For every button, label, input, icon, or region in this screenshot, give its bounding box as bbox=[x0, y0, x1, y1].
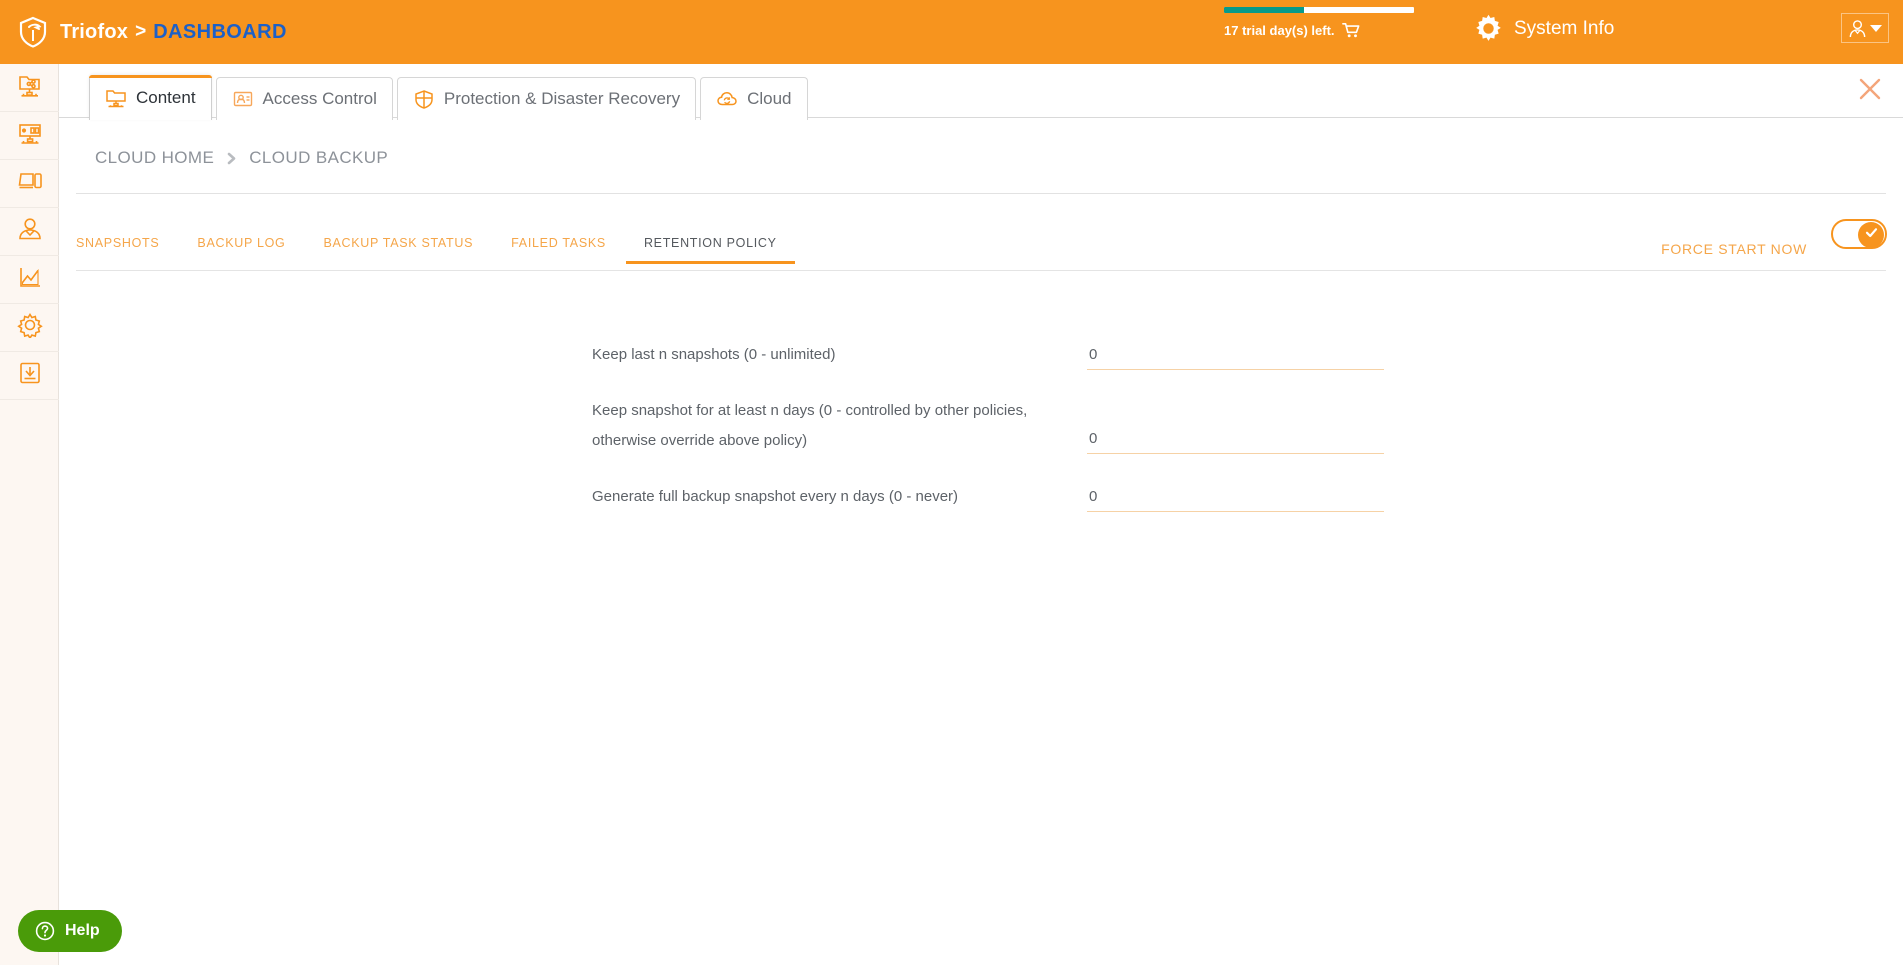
tab-access-control[interactable]: Access Control bbox=[215, 77, 393, 120]
subtab-backup-task-status[interactable]: BACKUP TASK STATUS bbox=[323, 228, 473, 264]
form-row-keep-snapshot-days: Keep snapshot for at least n days (0 - c… bbox=[592, 396, 1384, 456]
top-header-bar: Triofox > DASHBOARD 17 trial day(s) left… bbox=[0, 0, 1903, 64]
force-start-now-button[interactable]: FORCE START NOW bbox=[1661, 241, 1807, 257]
user-icon bbox=[17, 216, 43, 247]
keep-last-n-snapshots-input[interactable] bbox=[1087, 340, 1384, 370]
keep-snapshot-days-input[interactable] bbox=[1087, 424, 1384, 454]
tab-protection-disaster-recovery[interactable]: Protection & Disaster Recovery bbox=[396, 77, 697, 120]
sidebar-item-devices[interactable] bbox=[0, 160, 59, 208]
trial-progress-fill bbox=[1224, 7, 1304, 13]
gear-icon bbox=[1474, 14, 1503, 43]
breadcrumb: CLOUD HOME CLOUD BACKUP bbox=[95, 148, 388, 168]
form-row-generate-full-backup: Generate full backup snapshot every n da… bbox=[592, 482, 1384, 512]
system-info-button[interactable]: System Info bbox=[1474, 14, 1614, 43]
tab-content-label: Content bbox=[136, 88, 196, 107]
subtab-snapshots[interactable]: SNAPSHOTS bbox=[76, 228, 159, 264]
trial-progress-bar bbox=[1224, 7, 1414, 13]
chevron-right-icon bbox=[225, 152, 238, 165]
tab-content[interactable]: Content bbox=[89, 75, 212, 120]
dashboard-monitor-icon bbox=[17, 120, 43, 151]
sidebar-item-reports[interactable] bbox=[0, 256, 59, 304]
shield-protection-icon bbox=[413, 89, 435, 109]
user-avatar-icon bbox=[1848, 19, 1867, 38]
enable-toggle[interactable] bbox=[1831, 219, 1887, 249]
access-control-icon bbox=[232, 89, 254, 109]
tab-cloud-label: Cloud bbox=[747, 89, 792, 108]
reports-chart-icon bbox=[17, 264, 43, 295]
main-tab-strip: Content Access Control Protection & Disa… bbox=[59, 64, 1903, 120]
devices-icon bbox=[17, 168, 43, 199]
retention-policy-form: Keep last n snapshots (0 - unlimited) Ke… bbox=[592, 340, 1384, 538]
breadcrumb-divider bbox=[76, 193, 1886, 194]
shopping-cart-icon[interactable] bbox=[1341, 22, 1360, 38]
shield-logo-icon bbox=[16, 15, 50, 49]
left-sidebar bbox=[0, 64, 59, 965]
check-icon bbox=[1864, 225, 1879, 245]
content-folder-icon bbox=[105, 88, 127, 108]
label-keep-last-n-snapshots: Keep last n snapshots (0 - unlimited) bbox=[592, 346, 836, 363]
tab-access-control-label: Access Control bbox=[262, 89, 377, 108]
main-tabs: Content Access Control Protection & Disa… bbox=[89, 75, 808, 120]
generate-full-backup-days-input[interactable] bbox=[1087, 482, 1384, 512]
cloud-sync-icon bbox=[716, 89, 738, 109]
settings-gear-icon bbox=[16, 312, 43, 343]
close-icon[interactable] bbox=[1857, 76, 1883, 102]
question-mark-icon bbox=[35, 921, 55, 941]
sidebar-item-dashboard[interactable] bbox=[0, 112, 59, 160]
help-button[interactable]: Help bbox=[18, 910, 122, 952]
toggle-knob bbox=[1858, 222, 1884, 248]
download-icon bbox=[17, 360, 43, 391]
breadcrumb-item-cloud-backup[interactable]: CLOUD BACKUP bbox=[249, 148, 388, 168]
subtab-backup-log[interactable]: BACKUP LOG bbox=[197, 228, 285, 264]
shared-folder-icon bbox=[17, 72, 43, 103]
label-keep-snapshot-days: Keep snapshot for at least n days (0 - c… bbox=[592, 402, 1028, 449]
subtab-retention-policy[interactable]: RETENTION POLICY bbox=[625, 228, 795, 264]
system-info-label: System Info bbox=[1514, 17, 1615, 39]
breadcrumb-item-cloud-home[interactable]: CLOUD HOME bbox=[95, 148, 214, 168]
sidebar-item-users[interactable] bbox=[0, 208, 59, 256]
brand-block[interactable]: Triofox > DASHBOARD bbox=[16, 15, 287, 49]
sidebar-item-settings[interactable] bbox=[0, 304, 59, 352]
trial-status-block: 17 trial day(s) left. bbox=[1224, 7, 1420, 38]
brand-separator: > bbox=[135, 21, 147, 42]
form-row-keep-last-n-snapshots: Keep last n snapshots (0 - unlimited) bbox=[592, 340, 1384, 370]
page-title: DASHBOARD bbox=[153, 20, 287, 43]
subtab-failed-tasks[interactable]: FAILED TASKS bbox=[511, 228, 606, 264]
sub-tabs-divider bbox=[76, 270, 1886, 271]
brand-name: Triofox bbox=[60, 20, 129, 43]
trial-days-text: 17 trial day(s) left. bbox=[1224, 22, 1335, 38]
user-menu-button[interactable] bbox=[1841, 13, 1889, 43]
tab-protection-label: Protection & Disaster Recovery bbox=[443, 89, 681, 108]
sidebar-item-shared-folders[interactable] bbox=[0, 64, 59, 112]
tab-cloud[interactable]: Cloud bbox=[700, 77, 808, 120]
help-label: Help bbox=[65, 922, 100, 939]
label-generate-full-backup: Generate full backup snapshot every n da… bbox=[592, 488, 959, 505]
sidebar-item-downloads[interactable] bbox=[0, 352, 59, 400]
sub-tabs: SNAPSHOTS BACKUP LOG BACKUP TASK STATUS … bbox=[76, 228, 1886, 270]
chevron-down-icon bbox=[1870, 24, 1882, 32]
